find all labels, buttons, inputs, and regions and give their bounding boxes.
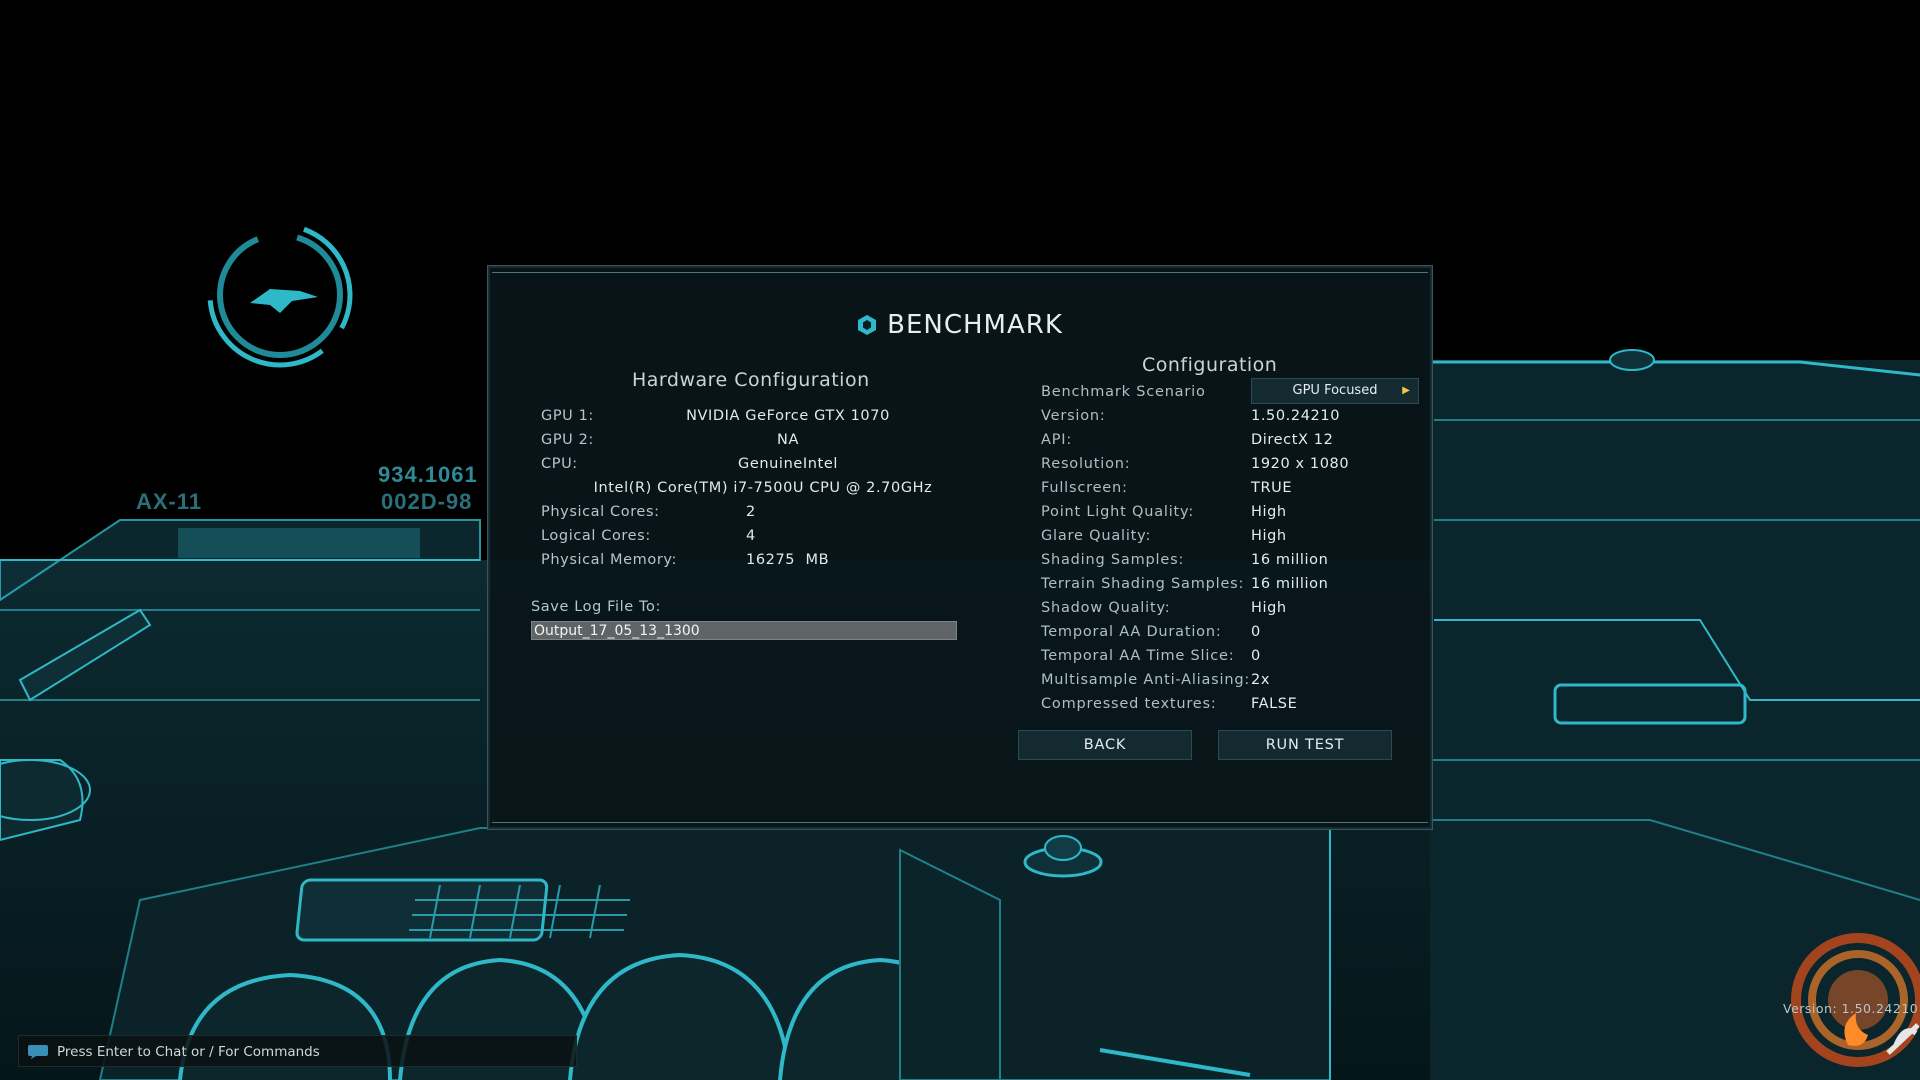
triangle-right-icon[interactable]: ▶: [1402, 379, 1410, 403]
hw-label-cpu: CPU:: [541, 456, 578, 472]
chat-bubble-icon: [27, 1044, 49, 1064]
run-test-button[interactable]: RUN TEST: [1218, 730, 1392, 760]
cfg-label-terrain-shading-samples: Terrain Shading Samples:: [1041, 576, 1245, 592]
cfg-label-api: API:: [1041, 432, 1073, 448]
cfg-label-fullscreen: Fullscreen:: [1041, 480, 1128, 496]
bg-label-ax11: AX-11: [136, 489, 203, 514]
configuration-heading: Configuration: [1142, 354, 1278, 376]
benchmark-dialog: BENCHMARK Hardware Configuration GPU 1: …: [487, 265, 1433, 830]
dialog-title: BENCHMARK: [488, 310, 1432, 343]
cfg-value-glare-quality: High: [1251, 528, 1287, 544]
cfg-value-temporal-aa-duration: 0: [1251, 624, 1261, 640]
hw-value-cpu-vendor: GenuineIntel: [738, 456, 838, 472]
cfg-label-benchmark-scenario: Benchmark Scenario: [1041, 384, 1206, 400]
back-button[interactable]: BACK: [1018, 730, 1192, 760]
cfg-value-terrain-shading-samples: 16 million: [1251, 576, 1329, 592]
hw-label-gpu1: GPU 1:: [541, 408, 594, 424]
chat-prompt-text: Press Enter to Chat or / For Commands: [57, 1044, 320, 1060]
cfg-label-temporal-aa-duration: Temporal AA Duration:: [1041, 624, 1222, 640]
cfg-label-shading-samples: Shading Samples:: [1041, 552, 1185, 568]
dialog-title-text: BENCHMARK: [887, 310, 1063, 340]
save-log-label: Save Log File To:: [531, 599, 661, 615]
cfg-value-fullscreen: TRUE: [1251, 480, 1293, 496]
hw-value-gpu2: NA: [777, 432, 799, 448]
hw-value-logical-cores: 4: [746, 528, 756, 544]
cfg-value-resolution: 1920 x 1080: [1251, 456, 1350, 472]
cfg-value-shadow-quality: High: [1251, 600, 1287, 616]
cfg-value-point-light-quality: High: [1251, 504, 1287, 520]
bg-label-code: 002D-98: [381, 489, 473, 514]
cfg-label-shadow-quality: Shadow Quality:: [1041, 600, 1171, 616]
cfg-label-resolution: Resolution:: [1041, 456, 1131, 472]
benchmark-hex-icon: [857, 313, 877, 343]
bg-label-coordinate: 934.1061: [378, 462, 478, 487]
cfg-label-multisample-anti-aliasing: Multisample Anti-Aliasing:: [1041, 672, 1251, 688]
hw-value-physical-cores: 2: [746, 504, 756, 520]
cfg-label-glare-quality: Glare Quality:: [1041, 528, 1152, 544]
save-log-input[interactable]: [531, 621, 957, 640]
hardware-heading: Hardware Configuration: [632, 369, 870, 391]
hw-value-gpu1: NVIDIA GeForce GTX 1070: [686, 408, 890, 424]
chat-bar[interactable]: Press Enter to Chat or / For Commands: [18, 1035, 577, 1067]
hw-label-physical-cores: Physical Cores:: [541, 504, 660, 520]
hw-value-cpu-model: Intel(R) Core(TM) i7-7500U CPU @ 2.70GHz: [593, 480, 933, 496]
hw-label-gpu2: GPU 2:: [541, 432, 594, 448]
cfg-label-version: Version:: [1041, 408, 1106, 424]
hw-value-physical-memory: 16275 MB: [746, 552, 830, 568]
scenario-select-value: GPU Focused: [1292, 383, 1378, 398]
cfg-label-temporal-aa-time-slice: Temporal AA Time Slice:: [1041, 648, 1235, 664]
hw-label-logical-cores: Logical Cores:: [541, 528, 651, 544]
kitguru-logo: [1778, 925, 1920, 1067]
version-watermark: Version: 1.50.24210: [1783, 1001, 1919, 1016]
cfg-value-version: 1.50.24210: [1251, 408, 1341, 424]
cfg-value-compressed-textures: FALSE: [1251, 696, 1298, 712]
cfg-label-point-light-quality: Point Light Quality:: [1041, 504, 1195, 520]
benchmark-scenario-select[interactable]: GPU Focused ▶: [1251, 378, 1419, 404]
cfg-label-compressed-textures: Compressed textures:: [1041, 696, 1217, 712]
cfg-value-api: DirectX 12: [1251, 432, 1334, 448]
cfg-value-temporal-aa-time-slice: 0: [1251, 648, 1261, 664]
cfg-value-multisample-anti-aliasing: 2x: [1251, 672, 1271, 688]
cfg-value-shading-samples: 16 million: [1251, 552, 1329, 568]
hw-label-physical-memory: Physical Memory:: [541, 552, 677, 568]
